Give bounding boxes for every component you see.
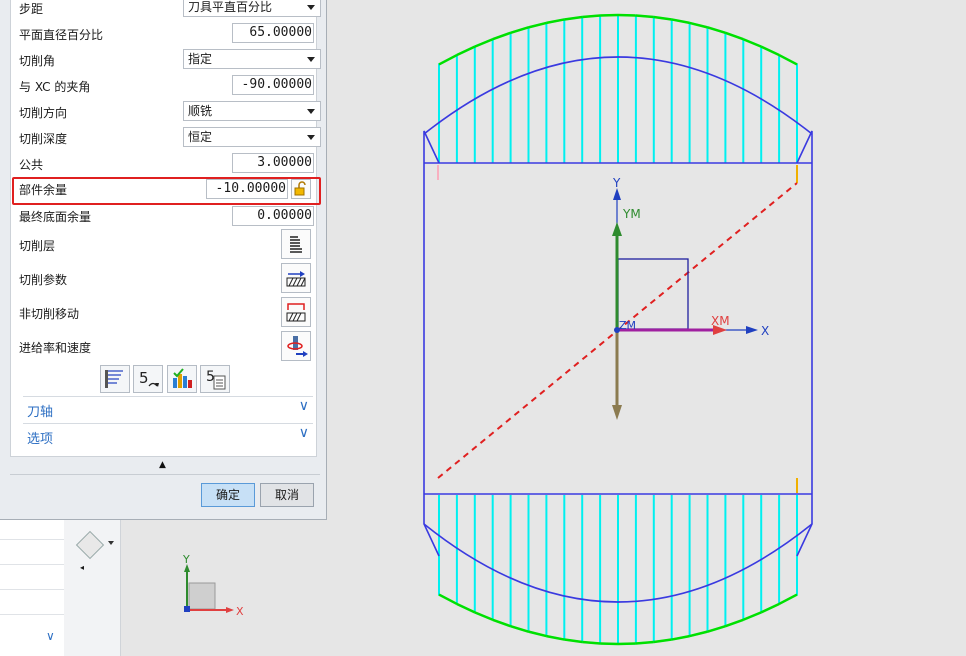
row-common: 公共 3.00000 xyxy=(11,152,316,176)
row-cut-depth: 切削深度 恒定 xyxy=(11,126,321,150)
common-input[interactable]: 3.00000 xyxy=(232,153,314,173)
view-cube-icon[interactable] xyxy=(75,530,105,560)
row-stepover: 步距 刀具平直百分比 xyxy=(11,0,321,20)
chevron-down-icon xyxy=(307,135,315,140)
row-floor-stock: 最终底面余量 0.00000 xyxy=(11,204,316,228)
section-tool-axis[interactable]: 刀轴 ∨ xyxy=(23,396,313,421)
section-options-label: 选项 xyxy=(27,432,54,447)
toolpath-stepover-top xyxy=(635,14,654,19)
triad-x-label: X xyxy=(236,605,244,618)
row-cut-parameters: 切削参数 xyxy=(11,263,316,295)
x-axis-label: X xyxy=(761,324,769,338)
flat-diameter-label: 平面直径百分比 xyxy=(19,28,104,42)
row-cut-angle: 切削角 指定 xyxy=(11,48,321,72)
floor-stock-input[interactable]: 0.00000 xyxy=(232,206,314,226)
cut-depth-label: 切削深度 xyxy=(19,132,68,146)
toolpath-stepover-bottom xyxy=(582,640,601,645)
verify-icon[interactable] xyxy=(167,365,197,393)
collapse-up-icon[interactable]: ▲ xyxy=(159,460,166,470)
row-non-cutting-moves: 非切削移动 xyxy=(11,297,316,329)
cut-parameters-label: 切削参数 xyxy=(19,273,68,287)
non-cutting-moves-icon[interactable] xyxy=(281,297,311,327)
row-flat-diameter: 平面直径百分比 65.00000 xyxy=(11,22,316,46)
cut-angle-label: 切削角 xyxy=(19,54,56,68)
chevron-down-icon xyxy=(307,5,315,10)
list-icon[interactable]: 5 xyxy=(200,365,230,393)
toolpath-stepover-bottom xyxy=(635,640,654,645)
chevron-down-icon: ∨ xyxy=(298,398,309,414)
cut-levels-label: 切削层 xyxy=(19,239,56,253)
stepover-label: 步距 xyxy=(19,2,44,16)
highlight-box xyxy=(12,177,321,205)
toolpath-stepover-top xyxy=(582,14,601,19)
path-settings-panel: 步距 刀具平直百分比 平面直径百分比 65.00000 切削角 指定 与 XC … xyxy=(10,0,321,457)
flat-diameter-input[interactable]: 65.00000 xyxy=(232,23,314,43)
svg-text:5: 5 xyxy=(139,369,149,387)
row-cut-direction: 切削方向 顺铣 xyxy=(11,100,321,124)
cut-depth-select[interactable]: 恒定 xyxy=(183,127,321,147)
chevron-down-icon: ∨ xyxy=(298,425,309,441)
replay-icon[interactable]: 5 xyxy=(133,365,163,393)
stepover-value: 刀具平直百分比 xyxy=(188,0,273,14)
common-label: 公共 xyxy=(19,158,44,172)
side-toolbar: ◂ xyxy=(64,519,121,656)
cut-direction-label: 切削方向 xyxy=(19,106,68,120)
dropdown-arrow-icon[interactable] xyxy=(108,541,114,545)
section-options[interactable]: 选项 ∨ xyxy=(23,423,313,448)
chevron-down-icon xyxy=(307,109,315,114)
operation-dialog: 步距 刀具平直百分比 平面直径百分比 65.00000 切削角 指定 与 XC … xyxy=(0,0,327,520)
row-cut-levels: 切削层 xyxy=(11,229,316,261)
cancel-button[interactable]: 取消 xyxy=(260,483,314,507)
xc-angle-input[interactable]: -90.00000 xyxy=(232,75,314,95)
cut-parameters-icon[interactable] xyxy=(281,263,311,293)
left-arrow-icon[interactable]: ◂ xyxy=(80,563,84,572)
ym-label: YM xyxy=(622,207,641,221)
cut-angle-value: 指定 xyxy=(188,52,213,66)
left-navigator-strip: ∨ xyxy=(0,519,65,656)
ok-button[interactable]: 确定 xyxy=(201,483,255,507)
cut-direction-value: 顺铣 xyxy=(188,104,213,118)
non-cutting-moves-label: 非切削移动 xyxy=(19,307,80,321)
cut-direction-select[interactable]: 顺铣 xyxy=(183,101,321,121)
row-xc-angle: 与 XC 的夹角 -90.00000 xyxy=(11,74,316,98)
stepover-select[interactable]: 刀具平直百分比 xyxy=(183,0,321,17)
zm-label: ZM xyxy=(619,319,636,332)
cut-depth-value: 恒定 xyxy=(188,130,213,144)
floor-stock-label: 最终底面余量 xyxy=(19,210,92,224)
triad-y-label: Y xyxy=(182,553,190,566)
section-tool-axis-label: 刀轴 xyxy=(27,405,54,420)
chevron-down-icon xyxy=(307,57,315,62)
row-feeds-speeds: 进给率和速度 xyxy=(11,331,316,363)
chevron-down-icon[interactable]: ∨ xyxy=(46,629,55,643)
y-axis-label: Y xyxy=(612,176,621,190)
feeds-speeds-icon[interactable] xyxy=(281,331,311,361)
divider xyxy=(10,474,320,475)
cut-angle-select[interactable]: 指定 xyxy=(183,49,321,69)
generate-icon[interactable] xyxy=(100,365,130,393)
cut-levels-icon[interactable] xyxy=(281,229,311,259)
xm-label: XM xyxy=(711,314,730,328)
xc-angle-label: 与 XC 的夹角 xyxy=(19,80,91,94)
feeds-speeds-label: 进给率和速度 xyxy=(19,341,92,355)
